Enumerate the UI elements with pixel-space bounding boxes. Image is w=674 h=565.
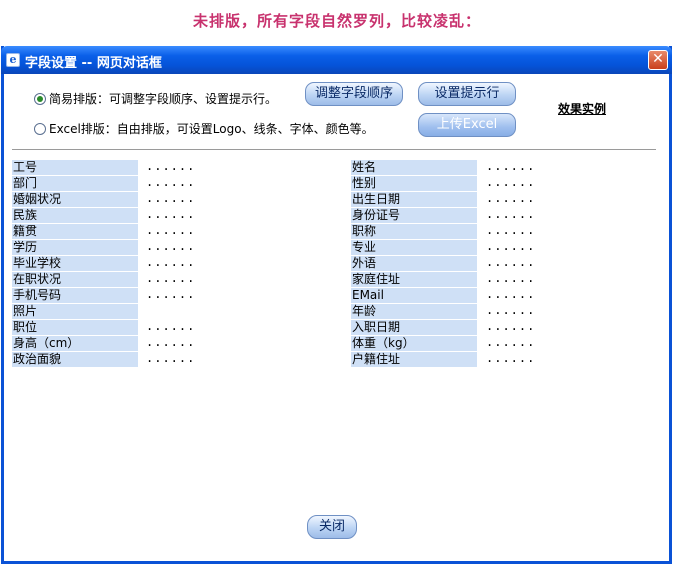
- field-label: 婚姻状况: [12, 192, 138, 207]
- field-label: 籍贯: [12, 224, 138, 239]
- field-value: ......: [146, 287, 196, 301]
- upload-excel-button[interactable]: 上传Excel: [418, 113, 516, 137]
- field-value: ......: [486, 159, 536, 173]
- field-label: 身份证号: [351, 208, 477, 223]
- radio-simple-layout[interactable]: [34, 92, 46, 105]
- field-value: ......: [146, 191, 196, 205]
- field-row: 政治面貌...... 户籍住址......: [12, 352, 672, 368]
- adjust-order-button[interactable]: 调整字段顺序: [305, 82, 403, 106]
- field-value: ......: [486, 335, 536, 349]
- field-label: 手机号码: [12, 288, 138, 303]
- field-value: ......: [486, 239, 536, 253]
- field-label: 体重（kg）: [351, 336, 477, 351]
- options-divider: [12, 149, 656, 150]
- ie-page-icon: e: [6, 53, 20, 67]
- field-value: ......: [146, 351, 196, 365]
- radio-excel-layout[interactable]: [34, 122, 46, 135]
- title-bar[interactable]: e 字段设置 -- 网页对话框 ✕: [1, 46, 672, 74]
- field-value: ......: [146, 255, 196, 269]
- field-label: 家庭住址: [351, 272, 477, 287]
- field-value: ......: [146, 207, 196, 221]
- field-label: 出生日期: [351, 192, 477, 207]
- field-label: 职称: [351, 224, 477, 239]
- field-row: 学历...... 专业......: [12, 240, 672, 256]
- field-value: ......: [146, 319, 196, 333]
- field-label: 学历: [12, 240, 138, 255]
- field-value: ......: [486, 223, 536, 237]
- option-simple-label: 简易排版：可调整字段顺序、设置提示行。: [49, 92, 278, 106]
- field-label: 身高（cm）: [12, 336, 138, 351]
- field-label: 性别: [351, 176, 477, 191]
- field-label: 照片: [12, 304, 138, 319]
- field-row: 照片 年龄......: [12, 304, 672, 320]
- set-prompt-button[interactable]: 设置提示行: [418, 82, 516, 106]
- field-value: ......: [486, 207, 536, 221]
- field-label: 外语: [351, 256, 477, 271]
- field-value: ......: [486, 255, 536, 269]
- window-title: 字段设置 -- 网页对话框: [25, 56, 162, 71]
- field-value: ......: [146, 239, 196, 253]
- field-value: ......: [486, 303, 536, 317]
- field-label: EMail: [351, 288, 477, 303]
- field-row: 职位...... 入职日期......: [12, 320, 672, 336]
- dialog-window: e 字段设置 -- 网页对话框 ✕ 简易排版：可调整字段顺序、设置提示行。 Ex…: [1, 46, 672, 564]
- field-row: 民族...... 身份证号......: [12, 208, 672, 224]
- window-close-button[interactable]: ✕: [648, 50, 668, 70]
- field-label: 毕业学校: [12, 256, 138, 271]
- field-value: ......: [486, 319, 536, 333]
- field-label: 专业: [351, 240, 477, 255]
- field-label: 职位: [12, 320, 138, 335]
- field-row: 毕业学校...... 外语......: [12, 256, 672, 272]
- field-label: 工号: [12, 160, 138, 175]
- field-label: 年龄: [351, 304, 477, 319]
- field-row: 身高（cm）...... 体重（kg）......: [12, 336, 672, 352]
- field-value: ......: [486, 175, 536, 189]
- field-label: 部门: [12, 176, 138, 191]
- field-value: ......: [146, 335, 196, 349]
- field-value: ......: [146, 223, 196, 237]
- field-label: 姓名: [351, 160, 477, 175]
- field-value: ......: [146, 159, 196, 173]
- close-button[interactable]: 关闭: [307, 515, 357, 539]
- option-excel-label: Excel排版：自由排版，可设置Logo、线条、字体、颜色等。: [49, 122, 374, 136]
- field-row: 工号...... 姓名......: [12, 160, 672, 176]
- field-row: 手机号码...... EMail......: [12, 288, 672, 304]
- field-list: 工号...... 姓名...... 部门...... 性别...... 婚姻状况....…: [12, 160, 672, 368]
- field-value: ......: [486, 191, 536, 205]
- option-simple-layout[interactable]: 简易排版：可调整字段顺序、设置提示行。: [34, 90, 277, 107]
- field-row: 在职状况...... 家庭住址......: [12, 272, 672, 288]
- field-value: ......: [146, 271, 196, 285]
- field-label: 户籍住址: [351, 352, 477, 367]
- field-label: 入职日期: [351, 320, 477, 335]
- page-caption: 未排版，所有字段自然罗列，比较凌乱：: [192, 12, 481, 30]
- field-row: 部门...... 性别......: [12, 176, 672, 192]
- field-label: 在职状况: [12, 272, 138, 287]
- field-row: 婚姻状况...... 出生日期......: [12, 192, 672, 208]
- option-excel-layout[interactable]: Excel排版：自由排版，可设置Logo、线条、字体、颜色等。: [34, 120, 374, 137]
- field-value: ......: [146, 175, 196, 189]
- field-value: ......: [486, 271, 536, 285]
- example-link[interactable]: 效果实例: [558, 100, 606, 117]
- field-label: 民族: [12, 208, 138, 223]
- field-value: ......: [486, 351, 536, 365]
- field-value: ......: [486, 287, 536, 301]
- field-label: 政治面貌: [12, 352, 138, 367]
- field-row: 籍贯...... 职称......: [12, 224, 672, 240]
